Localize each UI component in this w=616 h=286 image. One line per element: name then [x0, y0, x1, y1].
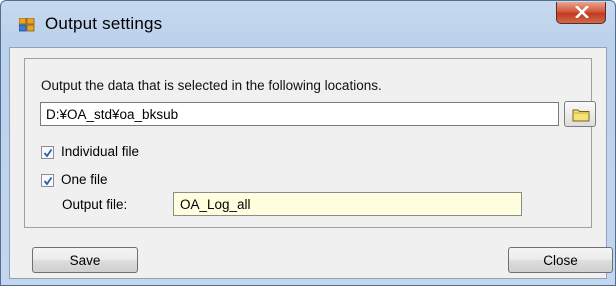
one-file-checkbox[interactable]: [41, 174, 54, 187]
browse-folder-button[interactable]: [564, 101, 596, 127]
individual-file-label: Individual file: [61, 144, 140, 159]
output-path-input[interactable]: [40, 102, 559, 126]
window-close-button[interactable]: [556, 2, 606, 24]
checkmark-icon: [43, 148, 53, 158]
output-file-label: Output file:: [62, 197, 128, 212]
dialog-window: Output settings Output the data that is …: [0, 0, 616, 286]
save-button[interactable]: Save: [32, 247, 138, 273]
one-file-label: One file: [61, 172, 108, 187]
output-file-input[interactable]: [173, 192, 522, 216]
checkmark-icon: [43, 176, 53, 186]
window-title: Output settings: [45, 14, 163, 33]
settings-panel: Output the data that is selected in the …: [24, 58, 596, 228]
folder-icon: [572, 109, 590, 122]
individual-file-checkbox[interactable]: [41, 146, 54, 159]
close-x-icon: [575, 6, 589, 18]
dialog-client-area: Output the data that is selected in the …: [9, 47, 613, 279]
title-bar[interactable]: Output settings: [1, 1, 615, 47]
close-button[interactable]: Close: [508, 247, 613, 273]
window-app-icon: [19, 18, 35, 32]
instruction-text: Output the data that is selected in the …: [41, 78, 382, 93]
